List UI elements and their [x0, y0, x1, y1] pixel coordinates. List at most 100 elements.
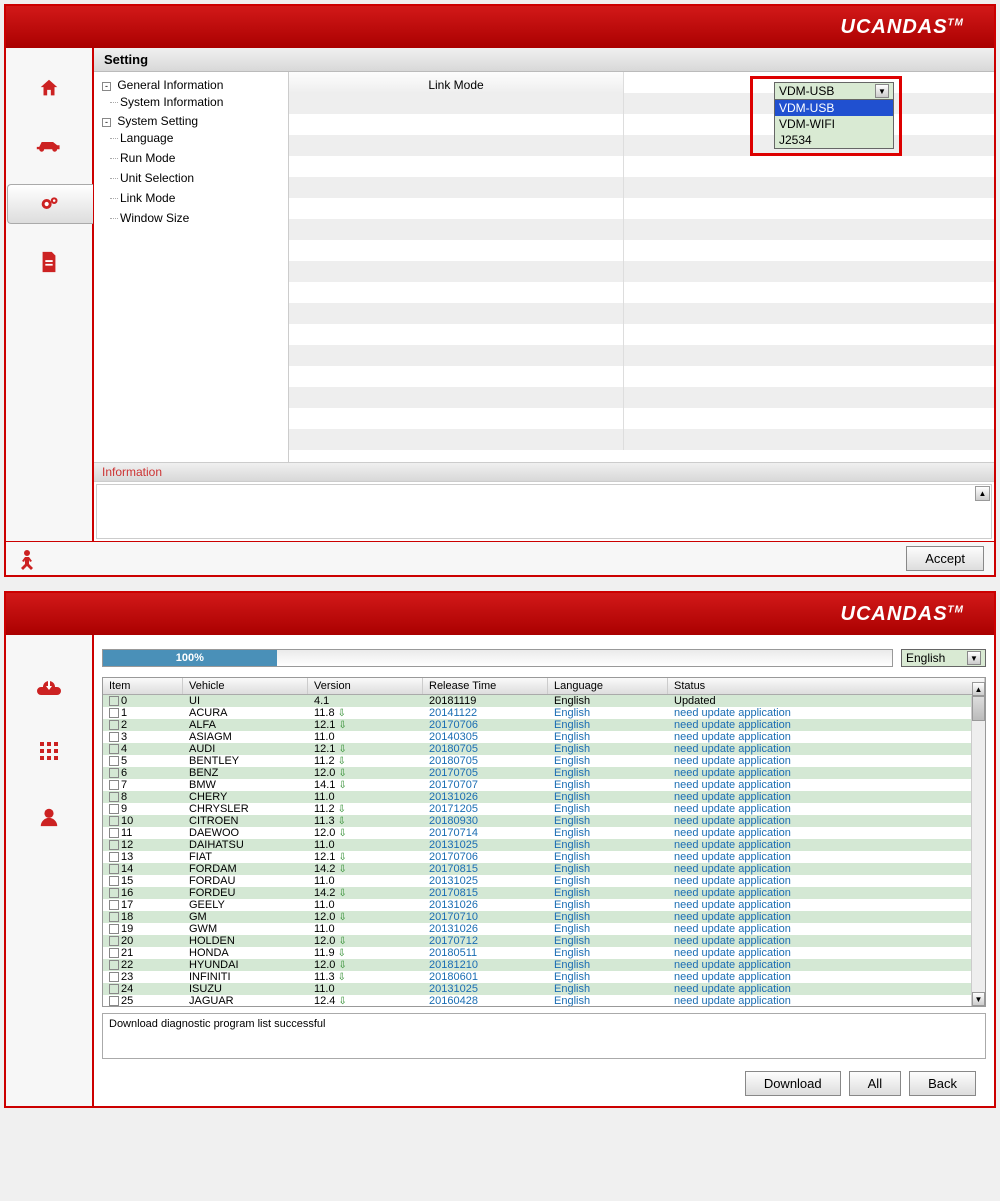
table-row[interactable]: 21HONDA11.9 ⇩20180511Englishneed update … — [103, 947, 985, 959]
checkbox[interactable] — [109, 840, 119, 850]
checkbox[interactable] — [109, 948, 119, 958]
table-row[interactable]: 17GEELY11.020131026Englishneed update ap… — [103, 899, 985, 911]
table-row[interactable]: 13FIAT12.1 ⇩20170706Englishneed update a… — [103, 851, 985, 863]
checkbox[interactable] — [109, 768, 119, 778]
checkbox[interactable] — [109, 720, 119, 730]
checkbox[interactable] — [109, 696, 119, 706]
checkbox[interactable] — [109, 876, 119, 886]
col-status[interactable]: Status — [668, 678, 985, 694]
tree-toggle-icon[interactable]: - — [102, 82, 111, 91]
table-row[interactable]: 9CHRYSLER11.2 ⇩20171205Englishneed updat… — [103, 803, 985, 815]
dropdown-option[interactable]: VDM-USB — [775, 100, 893, 116]
tree-general-info[interactable]: General Information — [117, 78, 223, 92]
all-button[interactable]: All — [849, 1071, 901, 1096]
checkbox[interactable] — [109, 960, 119, 970]
download-button[interactable]: Download — [745, 1071, 841, 1096]
table-row[interactable]: 19GWM11.020131026Englishneed update appl… — [103, 923, 985, 935]
checkbox[interactable] — [109, 804, 119, 814]
table-row[interactable]: 22HYUNDAI12.0 ⇩20181210Englishneed updat… — [103, 959, 985, 971]
table-row[interactable]: 25JAGUAR12.4 ⇩20160428Englishneed update… — [103, 995, 985, 1007]
tree-link-mode[interactable]: Link Mode — [102, 188, 280, 208]
chevron-down-icon[interactable]: ▼ — [875, 84, 889, 98]
download-window: UCANDASTM 100% English ▼ — [4, 591, 996, 1108]
checkbox[interactable] — [109, 732, 119, 742]
download-icon: ⇩ — [338, 708, 350, 719]
back-button[interactable]: Back — [909, 1071, 976, 1096]
sidebar-apps[interactable] — [6, 731, 92, 771]
checkbox[interactable] — [109, 744, 119, 754]
table-row[interactable]: 18GM12.0 ⇩20170710Englishneed update app… — [103, 911, 985, 923]
chevron-down-icon[interactable]: ▼ — [967, 651, 981, 665]
table-row[interactable]: 0UI4.120181119EnglishUpdated — [103, 695, 985, 707]
checkbox[interactable] — [109, 984, 119, 994]
sidebar-home[interactable] — [6, 68, 92, 108]
table-row[interactable]: 1ACURA11.8 ⇩20141122Englishneed update a… — [103, 707, 985, 719]
table-row[interactable]: 24ISUZU11.020131025Englishneed update ap… — [103, 983, 985, 995]
tree-language[interactable]: Language — [102, 128, 280, 148]
sidebar-download[interactable] — [6, 665, 92, 705]
table-row[interactable]: 14FORDAM14.2 ⇩20170815Englishneed update… — [103, 863, 985, 875]
language-select[interactable]: English ▼ — [901, 649, 986, 667]
sidebar-report[interactable] — [6, 242, 92, 282]
checkbox[interactable] — [109, 936, 119, 946]
col-vehicle[interactable]: Vehicle — [183, 678, 308, 694]
table-row[interactable]: 7BMW14.1 ⇩20170707Englishneed update app… — [103, 779, 985, 791]
table-row[interactable]: 16FORDEU14.2 ⇩20170815Englishneed update… — [103, 887, 985, 899]
table-row[interactable]: 15FORDAU11.020131025Englishneed update a… — [103, 875, 985, 887]
table-row[interactable]: 3ASIAGM11.020140305Englishneed update ap… — [103, 731, 985, 743]
tree-panel: - General Information System Information… — [94, 72, 289, 462]
dropdown-option[interactable]: VDM-WIFI — [775, 116, 893, 132]
dropdown-option[interactable]: J2534 — [775, 132, 893, 148]
checkbox[interactable] — [109, 912, 119, 922]
tree-system-information[interactable]: System Information — [102, 92, 280, 112]
scroll-up-icon[interactable]: ▲ — [975, 486, 990, 501]
checkbox[interactable] — [109, 924, 119, 934]
tree-system-setting[interactable]: System Setting — [117, 114, 198, 128]
table-row[interactable]: 4AUDI12.1 ⇩20180705Englishneed update ap… — [103, 743, 985, 755]
checkbox[interactable] — [109, 864, 119, 874]
table-row[interactable]: 12DAIHATSU11.020131025Englishneed update… — [103, 839, 985, 851]
col-release[interactable]: Release Time — [423, 678, 548, 694]
table-row[interactable]: 11DAEWOO12.0 ⇩20170714Englishneed update… — [103, 827, 985, 839]
checkbox[interactable] — [109, 756, 119, 766]
download-icon: ⇩ — [338, 948, 350, 959]
exit-icon[interactable] — [16, 547, 40, 571]
settings-window: UCANDASTM Setting - General In — [4, 4, 996, 577]
checkbox[interactable] — [109, 708, 119, 718]
checkbox[interactable] — [109, 780, 119, 790]
checkbox[interactable] — [109, 996, 119, 1006]
col-item[interactable]: Item — [103, 678, 183, 694]
accept-button[interactable]: Accept — [906, 546, 984, 571]
tree-toggle-icon[interactable]: - — [102, 118, 111, 127]
table-row[interactable]: 8CHERY11.020131026Englishneed update app… — [103, 791, 985, 803]
scroll-up-icon[interactable]: ▲ — [972, 682, 985, 696]
checkbox[interactable] — [109, 888, 119, 898]
sidebar — [6, 48, 94, 541]
sidebar-settings[interactable] — [7, 184, 93, 224]
scroll-down-icon[interactable]: ▼ — [972, 992, 985, 1006]
table-row[interactable]: 23INFINITI11.3 ⇩20180601Englishneed upda… — [103, 971, 985, 983]
progress-bar: 100% — [102, 649, 893, 667]
col-lang[interactable]: Language — [548, 678, 668, 694]
scrollbar[interactable]: ▲ ▼ — [971, 696, 985, 1006]
col-version[interactable]: Version — [308, 678, 423, 694]
scroll-thumb[interactable] — [972, 696, 985, 721]
table-row[interactable]: 20HOLDEN12.0 ⇩20170712Englishneed update… — [103, 935, 985, 947]
sidebar-user[interactable] — [6, 797, 92, 837]
tree-window-size[interactable]: Window Size — [102, 208, 280, 228]
table-row[interactable]: 2ALFA12.1 ⇩20170706Englishneed update ap… — [103, 719, 985, 731]
table-row[interactable]: 6BENZ12.0 ⇩20170705Englishneed update ap… — [103, 767, 985, 779]
checkbox[interactable] — [109, 792, 119, 802]
table-row[interactable]: 5BENTLEY11.2 ⇩20180705Englishneed update… — [103, 755, 985, 767]
table-row[interactable]: 10CITROEN11.3 ⇩20180930Englishneed updat… — [103, 815, 985, 827]
checkbox[interactable] — [109, 828, 119, 838]
download-icon: ⇩ — [338, 888, 350, 899]
sidebar-vehicle[interactable] — [6, 126, 92, 166]
checkbox[interactable] — [109, 816, 119, 826]
tree-run-mode[interactable]: Run Mode — [102, 148, 280, 168]
link-mode-dropdown[interactable]: VDM-USB▼ VDM-USB VDM-WIFI J2534 — [774, 82, 894, 149]
checkbox[interactable] — [109, 852, 119, 862]
checkbox[interactable] — [109, 900, 119, 910]
tree-unit-selection[interactable]: Unit Selection — [102, 168, 280, 188]
checkbox[interactable] — [109, 972, 119, 982]
